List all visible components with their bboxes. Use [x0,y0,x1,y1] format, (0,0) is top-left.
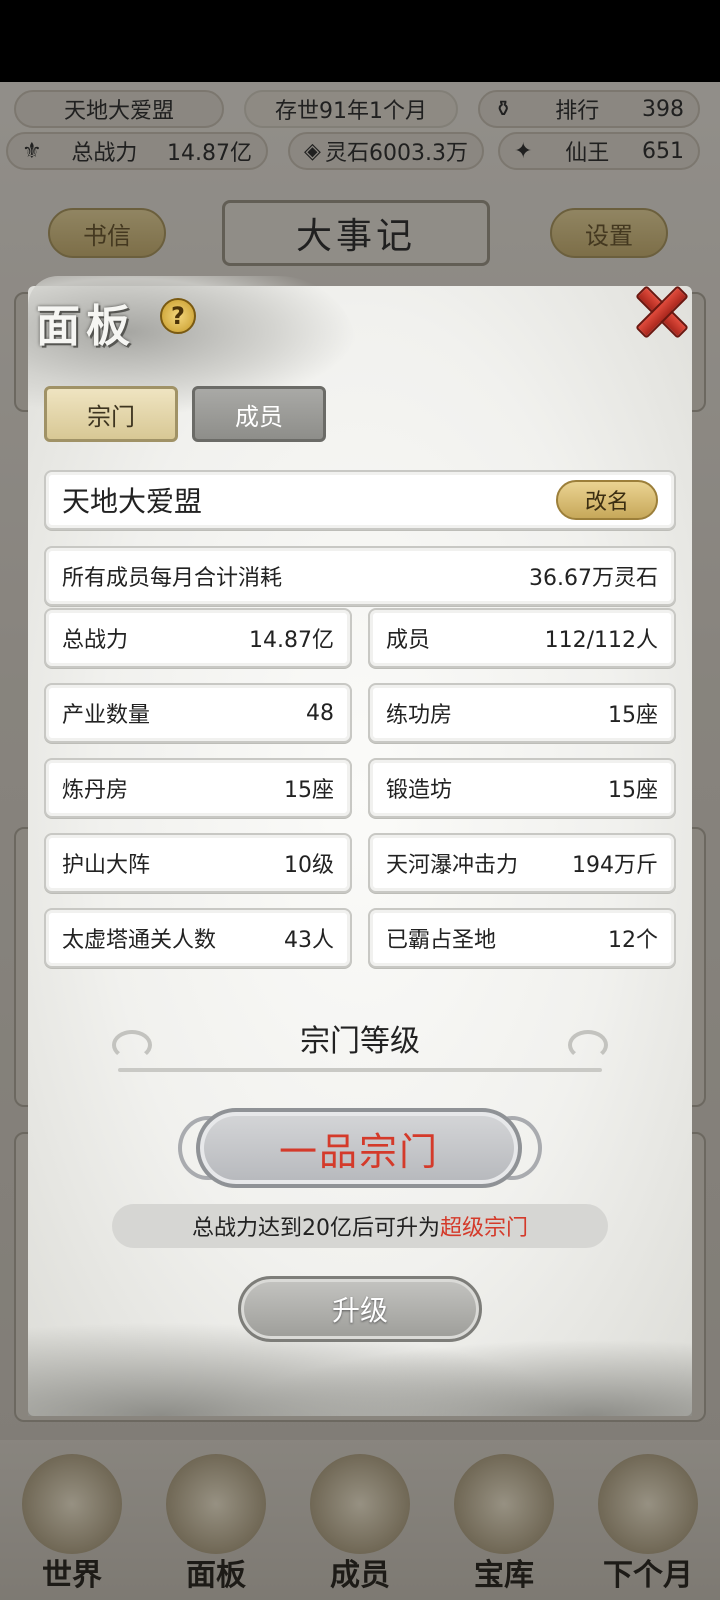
stat-cell: 成员 112/112人 [368,608,676,668]
upgrade-button[interactable]: 升级 [238,1276,482,1342]
close-icon[interactable] [628,278,690,340]
rename-button[interactable]: 改名 [556,480,658,520]
stat-cell: 产业数量 48 [44,683,352,743]
current-rank-badge: 一品宗门 [196,1108,522,1188]
stat-cell: 太虚塔通关人数 43人 [44,908,352,968]
tab-sect[interactable]: 宗门 [44,386,178,442]
stat-cell: 总战力 14.87亿 [44,608,352,668]
stat-cell: 护山大阵 10级 [44,833,352,893]
panel-title: 面板 [36,301,136,352]
stat-cell: 锻造坊 15座 [368,758,676,818]
question-icon[interactable]: ? [160,298,196,334]
sect-name: 天地大爱盟 [62,485,203,518]
upgrade-target-rank: 超级宗门 [439,1216,528,1241]
tab-members[interactable]: 成员 [192,386,326,442]
stat-cell: 已霸占圣地 12个 [368,908,676,968]
sect-name-row: 天地大爱盟 改名 [44,470,676,530]
rank-section-title: 宗门等级 [300,1024,420,1059]
stat-cell: 练功房 15座 [368,683,676,743]
stat-cell: 炼丹房 15座 [44,758,352,818]
stat-cell: 天河瀑冲击力 194万斤 [368,833,676,893]
monthly-cost-row: 所有成员每月合计消耗 36.67万灵石 [44,546,676,606]
upgrade-hint: 总战力达到20亿后可升为 超级宗门 [112,1204,608,1248]
divider-line [118,1068,602,1072]
